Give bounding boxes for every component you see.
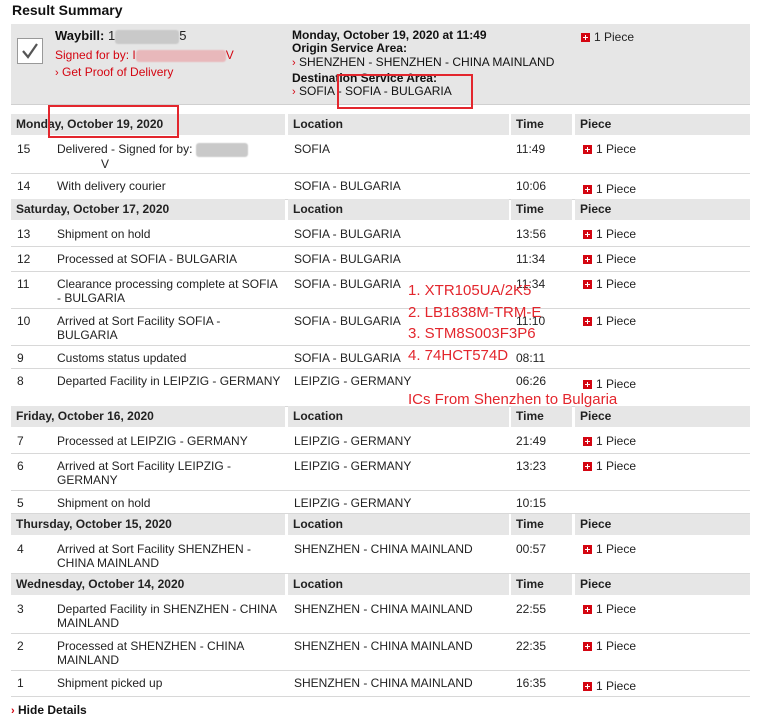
delivered-checkmark-icon	[17, 38, 43, 64]
table-row: 11 Clearance processing complete at SOFI…	[11, 272, 750, 309]
hide-details-link[interactable]: › Hide Details	[11, 703, 87, 717]
piece-toggle[interactable]: 1 Piece	[583, 227, 636, 241]
piece-toggle[interactable]: 1 Piece	[583, 182, 636, 196]
table-row: 15 Delivered - Signed for by: V SOFIA 11…	[11, 137, 750, 174]
table-row: 5 Shipment on hold LEIPZIG - GERMANY 10:…	[11, 491, 750, 514]
waybill: Waybill: 15	[55, 28, 187, 44]
summary-piece[interactable]: 1 Piece	[581, 30, 634, 44]
location-header: Location	[288, 514, 509, 535]
piece-toggle[interactable]: 1 Piece	[583, 602, 636, 616]
expand-plus-icon[interactable]	[581, 33, 590, 42]
chevron-right-icon: ›	[55, 67, 59, 79]
expand-plus-icon[interactable]	[583, 437, 592, 446]
redacted-waybill	[115, 29, 180, 44]
table-row: 12 Processed at SOFIA - BULGARIA SOFIA -…	[11, 247, 750, 272]
piece-toggle[interactable]: 1 Piece	[583, 639, 636, 653]
table-row: 6 Arrived at Sort Facility LEIPZIG - GER…	[11, 454, 750, 491]
time-header: Time	[511, 114, 572, 135]
highlight-box-date	[48, 105, 179, 138]
chevron-right-icon: ›	[292, 86, 296, 98]
piece-toggle[interactable]: 1 Piece	[583, 314, 636, 328]
signed-for-by: Signed for by: IV	[55, 48, 234, 62]
table-row: 8 Departed Facility in LEIPZIG - GERMANY…	[11, 369, 750, 407]
location-header: Location	[288, 574, 509, 595]
piece-header: Piece	[575, 514, 750, 535]
redacted-name	[135, 49, 226, 62]
location-header: Location	[288, 199, 509, 220]
date-header: Saturday, October 17, 2020	[11, 199, 285, 220]
date-header: Thursday, October 15, 2020	[11, 514, 285, 535]
expand-plus-icon[interactable]	[583, 317, 592, 326]
piece-toggle[interactable]: 1 Piece	[583, 434, 636, 448]
piece-header: Piece	[575, 114, 750, 135]
table-row: 14 With delivery courier SOFIA - BULGARI…	[11, 174, 750, 200]
highlight-box-destination	[337, 74, 473, 109]
piece-toggle[interactable]: 1 Piece	[583, 142, 636, 156]
proof-of-delivery-link[interactable]: › Get Proof of Delivery	[55, 65, 173, 79]
time-header: Time	[511, 574, 572, 595]
expand-plus-icon[interactable]	[583, 642, 592, 651]
annotation-line: 2. LB1838M-TRM-E	[408, 304, 542, 321]
piece-header: Piece	[575, 574, 750, 595]
table-row: 1 Shipment picked up SHENZHEN - CHINA MA…	[11, 671, 750, 697]
expand-plus-icon[interactable]	[583, 255, 592, 264]
piece-toggle[interactable]: 1 Piece	[583, 459, 636, 473]
table-row: 13 Shipment on hold SOFIA - BULGARIA 13:…	[11, 222, 750, 247]
expand-plus-icon[interactable]	[583, 280, 592, 289]
table-row: 2 Processed at SHENZHEN - CHINA MAINLAND…	[11, 634, 750, 671]
origin-value: › SHENZHEN - SHENZHEN - CHINA MAINLAND	[292, 55, 555, 69]
annotation-line: 4. 74HCT574D	[408, 347, 509, 364]
table-row: 7 Processed at LEIPZIG - GERMANY LEIPZIG…	[11, 429, 750, 454]
date-header: Friday, October 16, 2020	[11, 406, 285, 427]
expand-plus-icon[interactable]	[583, 462, 592, 471]
table-row: 4 Arrived at Sort Facility SHENZHEN - CH…	[11, 537, 750, 574]
chevron-right-icon: ›	[292, 57, 296, 69]
piece-toggle[interactable]: 1 Piece	[583, 679, 636, 693]
result-summary-title: Result Summary	[12, 2, 123, 18]
redacted-name	[195, 142, 248, 157]
expand-plus-icon[interactable]	[583, 605, 592, 614]
piece-toggle[interactable]: 1 Piece	[583, 252, 636, 266]
annotation-line: 3. STM8S003F3P6	[408, 325, 536, 342]
expand-plus-icon[interactable]	[583, 682, 592, 691]
annotation-line: 1. XTR105UA/2K5	[408, 282, 532, 299]
table-row: 10 Arrived at Sort Facility SOFIA - BULG…	[11, 309, 750, 346]
table-row: 9 Customs status updated SOFIA - BULGARI…	[11, 346, 750, 369]
time-header: Time	[511, 199, 572, 220]
expand-plus-icon[interactable]	[583, 545, 592, 554]
chevron-right-icon: ›	[11, 705, 15, 717]
expand-plus-icon[interactable]	[583, 145, 592, 154]
expand-plus-icon[interactable]	[583, 230, 592, 239]
piece-toggle[interactable]: 1 Piece	[583, 542, 636, 556]
location-header: Location	[288, 114, 509, 135]
piece-toggle[interactable]: 1 Piece	[583, 277, 636, 291]
expand-plus-icon[interactable]	[583, 185, 592, 194]
table-row: 3 Departed Facility in SHENZHEN - CHINA …	[11, 597, 750, 634]
date-header: Wednesday, October 14, 2020	[11, 574, 285, 595]
piece-header: Piece	[575, 199, 750, 220]
annotation-caption: ICs From Shenzhen to Bulgaria	[408, 391, 618, 408]
time-header: Time	[511, 514, 572, 535]
summary-date: Monday, October 19, 2020 at 11:49	[292, 28, 487, 42]
origin-label: Origin Service Area:	[292, 41, 407, 55]
expand-plus-icon[interactable]	[583, 380, 592, 389]
piece-toggle[interactable]: 1 Piece	[583, 377, 636, 391]
